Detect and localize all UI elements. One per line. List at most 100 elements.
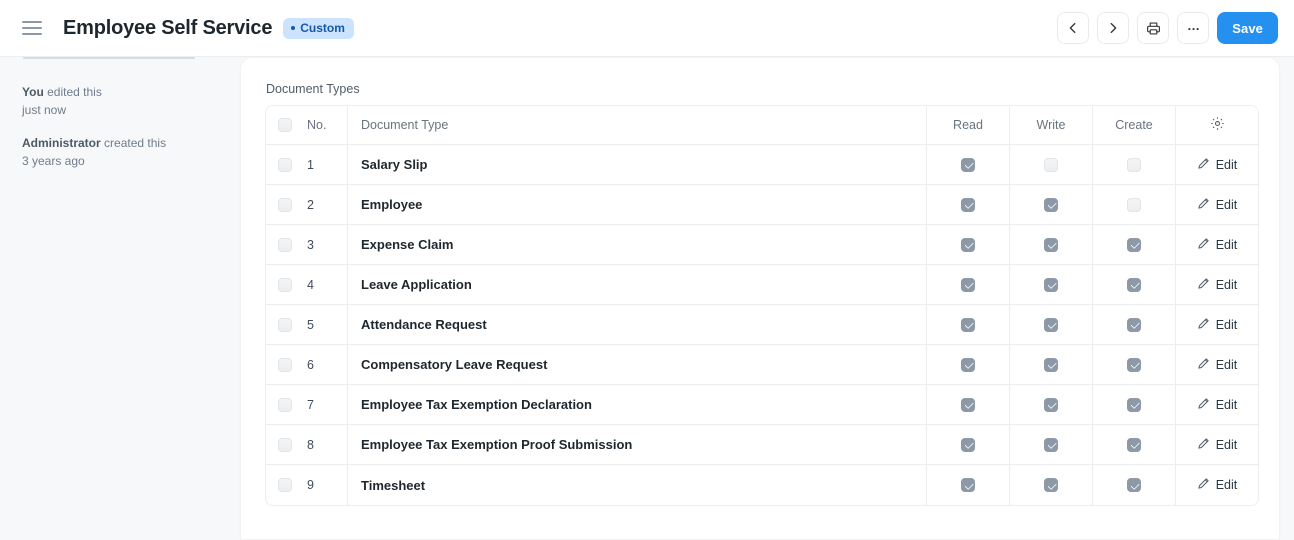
read-permission-cell[interactable] [927,385,1010,424]
read-permission-cell[interactable] [927,305,1010,344]
edit-row-button[interactable]: Edit [1176,225,1258,264]
write-checkbox[interactable] [1044,198,1058,212]
write-permission-cell[interactable] [1010,145,1093,184]
save-button[interactable]: Save [1217,12,1278,44]
create-permission-cell[interactable] [1093,385,1176,424]
document-type-name[interactable]: Employee Tax Exemption Declaration [348,385,927,424]
create-checkbox[interactable] [1127,358,1141,372]
read-checkbox[interactable] [961,158,975,172]
document-type-name[interactable]: Employee [348,185,927,224]
table-row[interactable]: 1Salary SlipEdit [266,145,1258,185]
write-checkbox[interactable] [1044,478,1058,492]
write-checkbox[interactable] [1044,358,1058,372]
write-permission-cell[interactable] [1010,465,1093,505]
read-checkbox[interactable] [961,278,975,292]
create-checkbox[interactable] [1127,198,1141,212]
write-permission-cell[interactable] [1010,265,1093,304]
header-create[interactable]: Create [1093,106,1176,144]
create-checkbox[interactable] [1127,398,1141,412]
create-checkbox[interactable] [1127,278,1141,292]
create-permission-cell[interactable] [1093,305,1176,344]
edit-row-button[interactable]: Edit [1176,385,1258,424]
edit-row-button[interactable]: Edit [1176,305,1258,344]
write-permission-cell[interactable] [1010,305,1093,344]
write-permission-cell[interactable] [1010,185,1093,224]
read-permission-cell[interactable] [927,265,1010,304]
read-checkbox[interactable] [961,318,975,332]
hamburger-icon[interactable] [22,18,42,38]
table-row[interactable]: 4Leave ApplicationEdit [266,265,1258,305]
table-row[interactable]: 8Employee Tax Exemption Proof Submission… [266,425,1258,465]
create-permission-cell[interactable] [1093,185,1176,224]
write-permission-cell[interactable] [1010,425,1093,464]
document-type-name[interactable]: Expense Claim [348,225,927,264]
more-options-button[interactable] [1177,12,1209,44]
read-checkbox[interactable] [961,438,975,452]
write-permission-cell[interactable] [1010,345,1093,384]
row-select-checkbox[interactable] [278,398,292,412]
next-document-button[interactable] [1097,12,1129,44]
document-type-name[interactable]: Employee Tax Exemption Proof Submission [348,425,927,464]
row-select-checkbox[interactable] [278,158,292,172]
create-checkbox[interactable] [1127,438,1141,452]
select-all-checkbox[interactable] [278,118,292,132]
create-checkbox[interactable] [1127,478,1141,492]
edit-row-button[interactable]: Edit [1176,145,1258,184]
create-checkbox[interactable] [1127,318,1141,332]
row-select-checkbox[interactable] [278,358,292,372]
header-read[interactable]: Read [927,106,1010,144]
row-select-checkbox[interactable] [278,238,292,252]
document-type-name[interactable]: Leave Application [348,265,927,304]
create-permission-cell[interactable] [1093,145,1176,184]
create-permission-cell[interactable] [1093,225,1176,264]
edit-row-button[interactable]: Edit [1176,185,1258,224]
table-row[interactable]: 2EmployeeEdit [266,185,1258,225]
row-select-checkbox[interactable] [278,438,292,452]
table-row[interactable]: 6Compensatory Leave RequestEdit [266,345,1258,385]
write-checkbox[interactable] [1044,158,1058,172]
read-permission-cell[interactable] [927,345,1010,384]
activity-actor[interactable]: You [22,85,44,99]
edit-row-button[interactable]: Edit [1176,465,1258,505]
read-checkbox[interactable] [961,478,975,492]
document-type-name[interactable]: Salary Slip [348,145,927,184]
write-checkbox[interactable] [1044,438,1058,452]
document-type-name[interactable]: Compensatory Leave Request [348,345,927,384]
read-permission-cell[interactable] [927,225,1010,264]
document-type-name[interactable]: Attendance Request [348,305,927,344]
create-checkbox[interactable] [1127,238,1141,252]
edit-row-button[interactable]: Edit [1176,265,1258,304]
create-checkbox[interactable] [1127,158,1141,172]
header-document-type[interactable]: Document Type [348,106,927,144]
write-checkbox[interactable] [1044,318,1058,332]
write-checkbox[interactable] [1044,238,1058,252]
read-checkbox[interactable] [961,358,975,372]
print-button[interactable] [1137,12,1169,44]
read-checkbox[interactable] [961,238,975,252]
read-permission-cell[interactable] [927,145,1010,184]
row-select-checkbox[interactable] [278,478,292,492]
create-permission-cell[interactable] [1093,345,1176,384]
header-write[interactable]: Write [1010,106,1093,144]
create-permission-cell[interactable] [1093,465,1176,505]
status-badge[interactable]: Custom [283,18,354,39]
read-permission-cell[interactable] [927,185,1010,224]
read-permission-cell[interactable] [927,465,1010,505]
table-row[interactable]: 3Expense ClaimEdit [266,225,1258,265]
document-type-name[interactable]: Timesheet [348,465,927,505]
write-checkbox[interactable] [1044,278,1058,292]
write-permission-cell[interactable] [1010,225,1093,264]
edit-row-button[interactable]: Edit [1176,425,1258,464]
write-permission-cell[interactable] [1010,385,1093,424]
grid-settings-button[interactable] [1176,106,1258,144]
row-select-checkbox[interactable] [278,198,292,212]
write-checkbox[interactable] [1044,398,1058,412]
create-permission-cell[interactable] [1093,425,1176,464]
read-checkbox[interactable] [961,398,975,412]
table-row[interactable]: 9TimesheetEdit [266,465,1258,505]
row-select-checkbox[interactable] [278,278,292,292]
activity-actor[interactable]: Administrator [22,136,101,150]
create-permission-cell[interactable] [1093,265,1176,304]
read-checkbox[interactable] [961,198,975,212]
table-row[interactable]: 5Attendance RequestEdit [266,305,1258,345]
